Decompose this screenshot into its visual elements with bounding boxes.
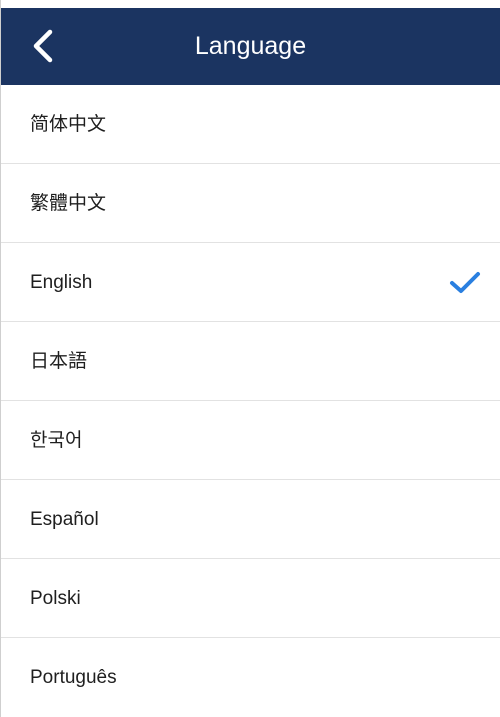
language-label: Português <box>30 667 117 688</box>
language-item-spanish[interactable]: Español <box>1 480 500 559</box>
language-label: 日本語 <box>30 351 88 372</box>
language-item-japanese[interactable]: 日本語 <box>1 322 500 401</box>
top-app-bar: Language <box>1 8 500 85</box>
language-screen: Language 简体中文 繁體中文 English 日本語 한국어 Españ… <box>0 0 500 717</box>
language-item-korean[interactable]: 한국어 <box>1 401 500 480</box>
back-button[interactable] <box>23 26 63 66</box>
language-label: 한국어 <box>30 430 83 451</box>
chevron-left-icon <box>33 29 53 63</box>
language-label: 简体中文 <box>30 114 107 135</box>
language-item-simplified-chinese[interactable]: 简体中文 <box>1 85 500 164</box>
page-title: Language <box>194 32 307 60</box>
checkmark-icon <box>450 272 480 293</box>
language-label: Polski <box>30 588 81 609</box>
language-label: English <box>30 272 93 293</box>
language-label: Español <box>30 509 99 530</box>
language-list: 简体中文 繁體中文 English 日本語 한국어 Español Polski… <box>1 85 500 717</box>
language-label: 繁體中文 <box>30 193 107 214</box>
language-item-english[interactable]: English <box>1 243 500 322</box>
language-item-portuguese[interactable]: Português <box>1 638 500 717</box>
language-item-polish[interactable]: Polski <box>1 559 500 638</box>
language-item-traditional-chinese[interactable]: 繁體中文 <box>1 164 500 243</box>
